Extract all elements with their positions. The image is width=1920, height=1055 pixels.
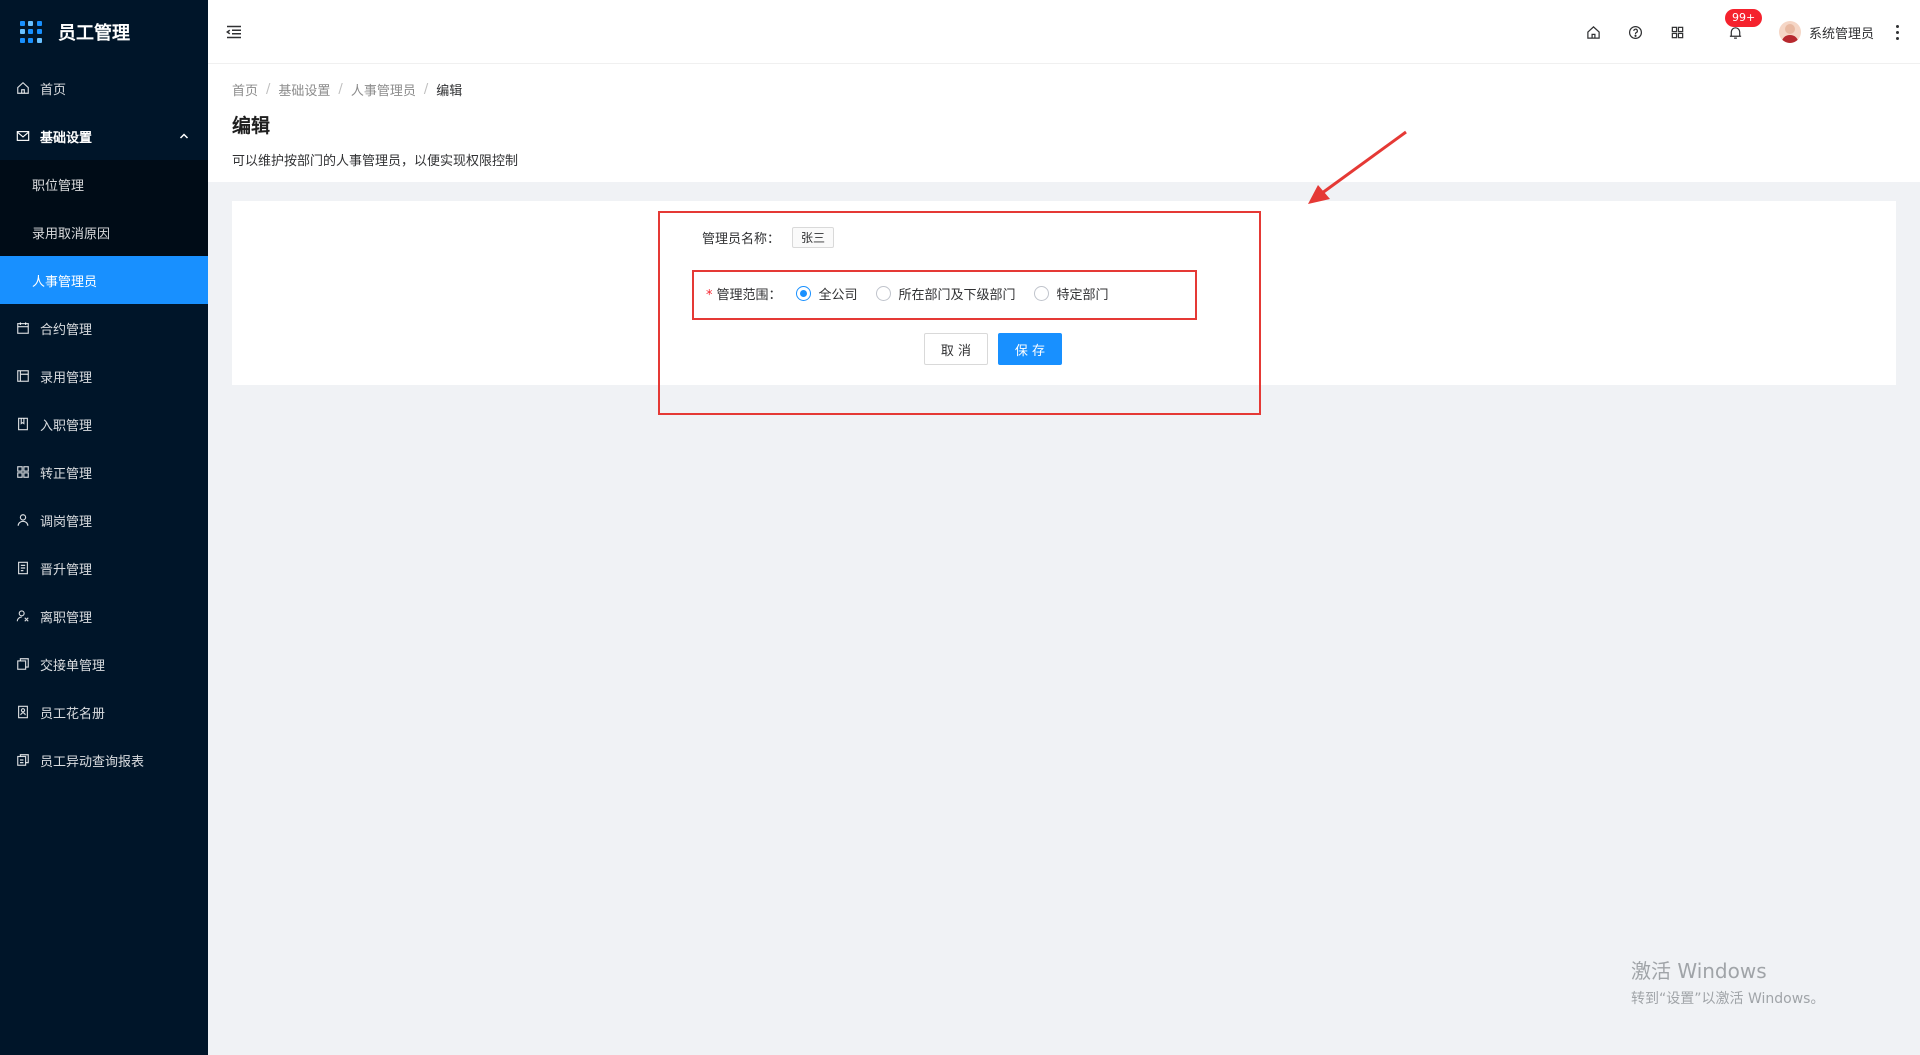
breadcrumb-current: 编辑 [436,84,463,99]
app-logo[interactable]: 员工管理 [0,0,208,64]
top-header: 99+ 系统管理员 [208,0,1920,64]
apps-grid-icon [20,21,42,43]
book-icon [16,417,30,431]
sidebar-item-hiring-management[interactable]: 录用管理 [0,352,208,400]
save-button[interactable]: 保 存 [998,333,1062,365]
submenu-basic-settings: 职位管理 录用取消原因 人事管理员 [0,160,208,304]
sidebar-item-label: 入职管理 [40,418,93,434]
home-icon [16,81,30,95]
sidebar-item-employee-change-report[interactable]: 员工异动查询报表 [0,736,208,784]
sidebar-item-position-management[interactable]: 职位管理 [0,160,208,208]
user-name[interactable]: 系统管理员 [1809,23,1874,42]
chevron-up-icon [179,133,189,139]
sidebar-item-hire-cancel-reason[interactable]: 录用取消原因 [0,208,208,256]
page-title: 编辑 [232,115,271,137]
sidebar-item-regularization-management[interactable]: 转正管理 [0,448,208,496]
sidebar-item-handover-management[interactable]: 交接单管理 [0,640,208,688]
sidebar-item-label: 录用取消原因 [32,226,111,242]
menu-fold-icon[interactable] [224,22,244,42]
breadcrumb-separator: / [266,82,271,97]
radio-label: 所在部门及下级部门 [898,288,1016,303]
notification-badge: 99+ [1724,9,1763,27]
sidebar-item-label: 调岗管理 [40,514,93,530]
sidebar: 员工管理 首页 基础设置 职位管理 录用取消原因 人事管理员 合约管理 录用管理… [0,0,208,1055]
notification-bell-icon[interactable]: 99+ [1724,9,1763,41]
scope-radio-whole-company[interactable]: 全公司 [795,284,858,303]
sidebar-item-label: 晋升管理 [40,562,93,578]
form-row-scope: * 管理范围： 全公司 所在部门及下级部门 特定部门 [706,284,1127,303]
sidebar-item-label: 人事管理员 [32,274,98,290]
windows-activation-watermark: 激活 Windows 转到“设置”以激活 Windows。 [1631,955,1824,1008]
sidebar-item-label: 转正管理 [40,466,93,482]
sidebar-item-label: 员工花名册 [40,706,106,722]
sidebar-item-label: 首页 [40,82,67,98]
scope-radio-specific-dept[interactable]: 特定部门 [1033,284,1109,303]
user-icon [16,513,30,527]
watermark-subtitle: 转到“设置”以激活 Windows。 [1631,991,1825,1007]
edit-form-card: 管理员名称： 张三 * 管理范围： 全公司 所在部门及下级部门 特定部门 取 消 … [232,201,1896,385]
breadcrumb: 首页 / 基础设置 / 人事管理员 / 编辑 [232,80,1896,99]
sidebar-item-employee-roster[interactable]: 员工花名册 [0,688,208,736]
admin-name-label: 管理员名称： [702,232,781,247]
copy-icon [16,657,30,671]
radio-label: 全公司 [818,288,858,303]
admin-name-value: 张三 [792,227,835,248]
sidebar-item-promotion-management[interactable]: 晋升管理 [0,544,208,592]
radio-unchecked-icon [875,286,891,301]
sidebar-item-transfer-management[interactable]: 调岗管理 [0,496,208,544]
form-row-name: 管理员名称： 张三 [702,227,835,248]
watermark-title: 激活 Windows [1631,959,1767,983]
sidebar-item-home[interactable]: 首页 [0,64,208,112]
cancel-button[interactable]: 取 消 [924,333,988,365]
apps-icon[interactable] [1669,23,1687,41]
scope-radio-group: 全公司 所在部门及下级部门 特定部门 [795,284,1127,303]
sidebar-item-resignation-management[interactable]: 离职管理 [0,592,208,640]
home-icon[interactable] [1585,23,1603,41]
scope-label-text: 管理范围： [716,288,782,303]
help-icon[interactable] [1627,23,1645,41]
sidebar-item-label: 合约管理 [40,322,93,338]
radio-checked-icon [795,286,811,301]
sidebar-item-label: 离职管理 [40,610,93,626]
breadcrumb-separator: / [423,82,429,97]
leave-icon [16,609,30,623]
doc-icon [16,561,30,575]
breadcrumb-hr-administrator[interactable]: 人事管理员 [351,80,416,99]
grid-icon [16,465,30,479]
sidebar-item-label: 职位管理 [32,178,85,194]
header-actions: 99+ 系统管理员 [1573,0,1920,64]
report-icon [16,753,30,767]
breadcrumb-separator: / [338,82,343,97]
required-mark: * [706,288,713,303]
board-icon [16,369,30,383]
breadcrumb-home[interactable]: 首页 [232,80,258,99]
sidebar-item-hr-administrator[interactable]: 人事管理员 [0,256,208,304]
roster-icon [16,705,30,719]
avatar[interactable] [1778,21,1801,43]
calendar-icon [16,321,30,335]
sidebar-item-contract-management[interactable]: 合约管理 [0,304,208,352]
sidebar-item-label: 员工异动查询报表 [40,754,145,770]
breadcrumb-basic-settings[interactable]: 基础设置 [278,80,330,99]
sidebar-item-label: 交接单管理 [40,658,106,674]
scope-label: * 管理范围： [706,284,782,303]
page-description: 可以维护按部门的人事管理员，以便实现权限控制 [232,154,519,169]
radio-unchecked-icon [1033,286,1049,301]
sidebar-item-label: 录用管理 [40,370,93,386]
more-vertical-icon[interactable] [1888,23,1906,41]
page-header: 首页 / 基础设置 / 人事管理员 / 编辑 编辑 可以维护按部门的人事管理员，… [208,64,1920,182]
sidebar-item-label: 基础设置 [40,130,93,146]
scope-radio-own-dept-and-sub[interactable]: 所在部门及下级部门 [875,284,1016,303]
sidebar-item-basic-settings[interactable]: 基础设置 [0,112,208,160]
app-title: 员工管理 [58,23,130,44]
sidebar-item-onboarding-management[interactable]: 入职管理 [0,400,208,448]
radio-label: 特定部门 [1056,288,1109,303]
mail-icon [16,129,30,143]
